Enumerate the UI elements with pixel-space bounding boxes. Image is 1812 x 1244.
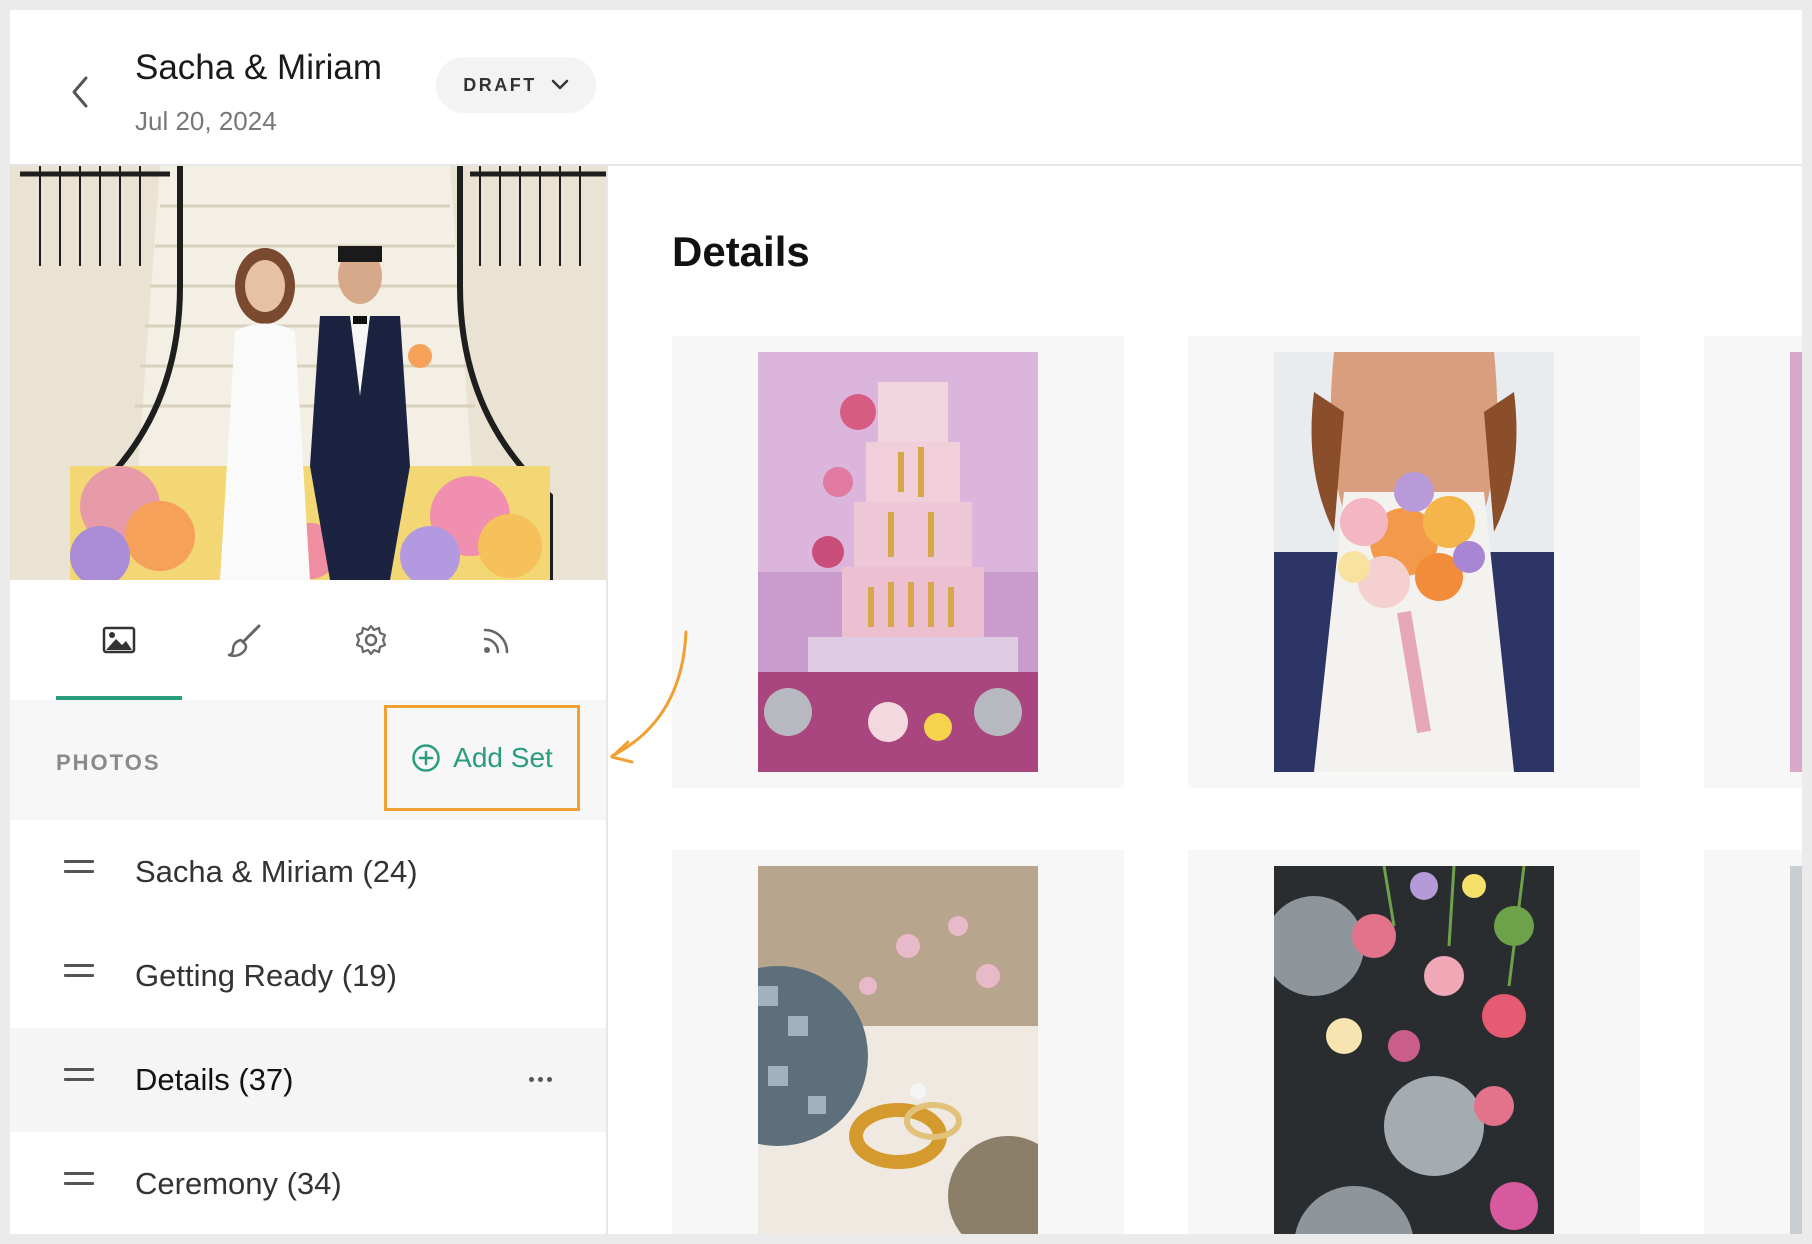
photo-tile[interactable] bbox=[1704, 336, 1802, 788]
main-content: Details bbox=[608, 166, 1802, 1234]
partial-photo bbox=[1790, 352, 1802, 772]
rings-photo bbox=[758, 866, 1038, 1234]
back-button[interactable] bbox=[62, 70, 98, 114]
sidebar-tabs bbox=[10, 580, 606, 700]
callout-arrow-icon bbox=[610, 630, 688, 764]
photo-tile[interactable] bbox=[1188, 850, 1640, 1234]
status-dropdown[interactable]: DRAFT bbox=[436, 57, 596, 113]
plus-circle-icon bbox=[412, 744, 440, 772]
set-label: Sacha & Miriam (24) bbox=[135, 854, 418, 889]
photo-tile[interactable] bbox=[672, 336, 1124, 788]
chevron-down-icon bbox=[551, 79, 568, 90]
section-title: Details bbox=[672, 228, 810, 275]
gear-icon bbox=[355, 624, 387, 656]
gallery-header: Sacha & Miriam Jul 20, 2024 DRAFT bbox=[10, 10, 1802, 166]
gallery-title: Sacha & Miriam bbox=[135, 48, 383, 87]
brush-icon bbox=[227, 624, 261, 658]
set-label: Getting Ready (19) bbox=[135, 958, 397, 993]
photos-label: PHOTOS bbox=[56, 750, 161, 775]
drag-handle-icon[interactable] bbox=[64, 964, 94, 984]
photo-tile[interactable] bbox=[1188, 336, 1640, 788]
photo-set-list: Sacha & Miriam (24) Getting Ready (19) D… bbox=[10, 820, 606, 1234]
bouquet-photo bbox=[1274, 352, 1554, 772]
status-label: DRAFT bbox=[463, 74, 537, 95]
set-item-active[interactable]: Details (37) bbox=[10, 1028, 606, 1132]
disco-flowers-photo bbox=[1274, 866, 1554, 1234]
drag-handle-icon[interactable] bbox=[64, 1068, 94, 1088]
app-frame: Sacha & Miriam Jul 20, 2024 DRAFT PHOTOS… bbox=[10, 10, 1802, 1234]
add-set-label: Add Set bbox=[453, 742, 553, 773]
partial-photo bbox=[1790, 866, 1802, 1234]
cover-photo[interactable] bbox=[10, 166, 606, 580]
cake-photo bbox=[758, 352, 1038, 772]
tab-photos[interactable] bbox=[56, 580, 182, 700]
photo-tile[interactable] bbox=[672, 850, 1124, 1234]
add-set-button[interactable]: Add Set bbox=[384, 705, 580, 811]
set-label: Ceremony (34) bbox=[135, 1166, 342, 1201]
tab-settings[interactable] bbox=[308, 580, 434, 700]
cover-image bbox=[10, 166, 606, 580]
set-item[interactable]: Sacha & Miriam (24) bbox=[10, 820, 606, 924]
more-options-icon[interactable] bbox=[520, 1064, 560, 1094]
sidebar: PHOTOS Add Set Sacha & Miriam (24) Getti… bbox=[10, 166, 608, 1234]
photos-section-header: PHOTOS Add Set bbox=[10, 700, 606, 820]
set-label: Details (37) bbox=[135, 1062, 294, 1097]
photo-tile[interactable] bbox=[1704, 850, 1802, 1234]
chevron-left-icon bbox=[72, 76, 88, 108]
rss-icon bbox=[483, 628, 509, 654]
drag-handle-icon[interactable] bbox=[64, 860, 94, 880]
image-icon bbox=[102, 626, 136, 654]
set-item[interactable]: Ceremony (34) bbox=[10, 1132, 606, 1234]
gallery-date: Jul 20, 2024 bbox=[135, 106, 277, 136]
tab-design[interactable] bbox=[182, 580, 308, 700]
tab-activity[interactable] bbox=[434, 580, 560, 700]
set-item[interactable]: Getting Ready (19) bbox=[10, 924, 606, 1028]
drag-handle-icon[interactable] bbox=[64, 1172, 94, 1192]
